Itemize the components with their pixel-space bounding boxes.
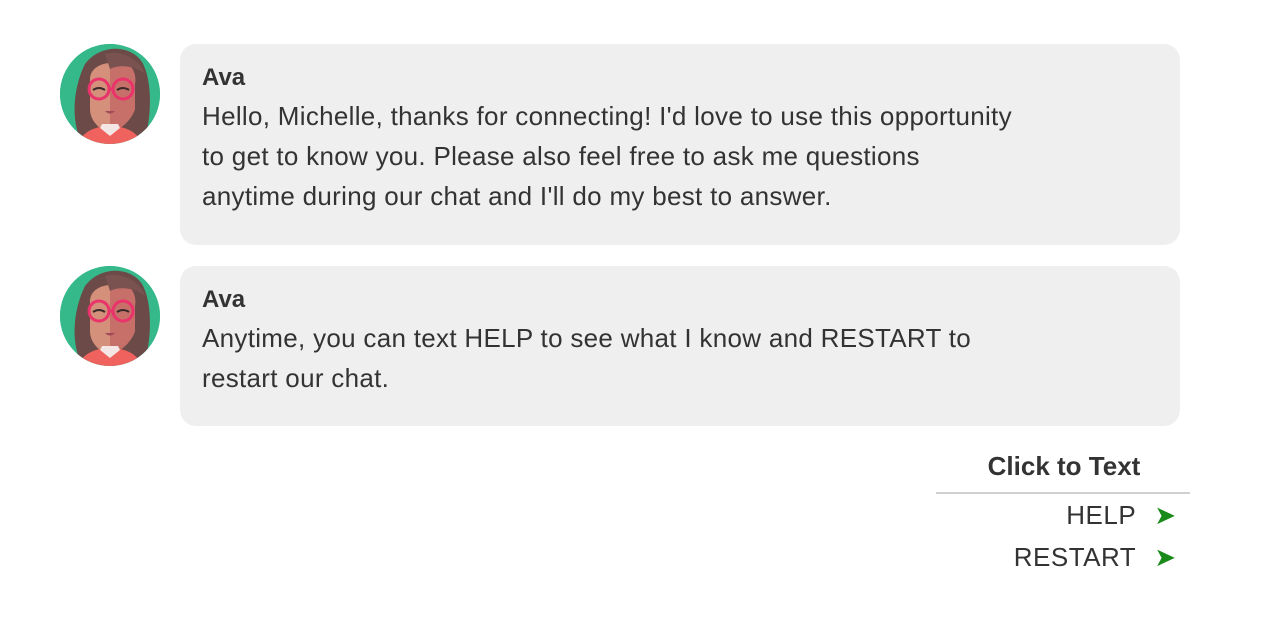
send-arrow-icon: ➤ bbox=[1154, 541, 1176, 572]
sender-name: Ava bbox=[202, 286, 246, 313]
message-bubble: Ava Hello, Michelle, thanks for connecti… bbox=[180, 44, 1180, 245]
click-to-text-title: Click to Text bbox=[987, 451, 1141, 481]
option-label: HELP bbox=[1066, 499, 1137, 530]
send-arrow-icon: ➤ bbox=[1154, 499, 1176, 530]
sender-name: Ava bbox=[202, 64, 246, 91]
help-option-button[interactable]: HELP ➤ bbox=[936, 494, 1190, 536]
message-text: Anytime, you can text HELP to see what I… bbox=[202, 323, 972, 393]
message-text: Hello, Michelle, thanks for connecting! … bbox=[202, 101, 1012, 211]
avatar bbox=[60, 266, 160, 366]
avatar bbox=[60, 44, 160, 144]
option-label: RESTART bbox=[1013, 541, 1137, 572]
message-bubble: Ava Anytime, you can text HELP to see wh… bbox=[180, 266, 1180, 426]
restart-option-button[interactable]: RESTART ➤ bbox=[936, 536, 1190, 578]
click-to-text-panel: Click to Text HELP ➤ RESTART ➤ bbox=[936, 446, 1190, 578]
